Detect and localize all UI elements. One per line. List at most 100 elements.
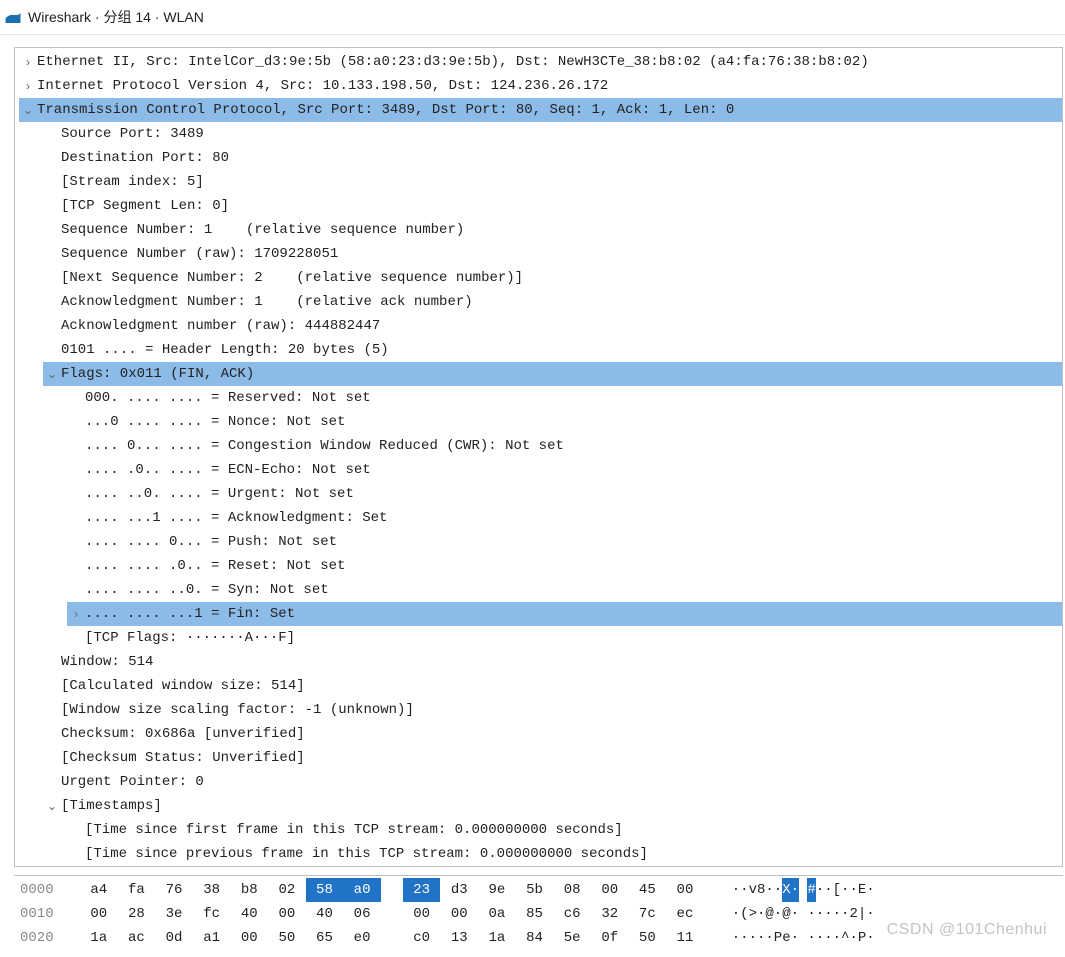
hex-ascii-char[interactable]: · <box>824 878 832 902</box>
hex-byte[interactable]: 28 <box>118 902 156 926</box>
tree-row-winscale[interactable]: [Window size scaling factor: -1 (unknown… <box>15 698 1062 722</box>
hex-byte[interactable]: 5e <box>553 926 591 950</box>
hex-byte[interactable]: 50 <box>268 926 306 950</box>
hex-ascii-char[interactable]: · <box>740 926 748 950</box>
hex-byte[interactable]: fa <box>118 878 156 902</box>
tree-chevron-down-icon[interactable]: ⌄ <box>43 362 61 386</box>
hex-ascii-char[interactable]: · <box>740 878 748 902</box>
hex-byte[interactable]: 45 <box>629 878 667 902</box>
hex-byte[interactable]: 00 <box>80 902 118 926</box>
tree-row-flg-res[interactable]: 000. .... .... = Reserved: Not set <box>15 386 1062 410</box>
tree-row-chkstat[interactable]: [Checksum Status: Unverified] <box>15 746 1062 770</box>
tree-row-streamidx[interactable]: [Stream index: 5] <box>15 170 1062 194</box>
hex-byte[interactable]: 23 <box>403 878 441 902</box>
hex-ascii-char[interactable]: · <box>816 878 824 902</box>
hex-ascii-char[interactable]: · <box>774 902 782 926</box>
tree-chevron-right-icon[interactable]: › <box>19 50 37 74</box>
hex-byte[interactable]: e0 <box>343 926 381 950</box>
hex-ascii-char[interactable]: @ <box>782 902 790 926</box>
tree-row-ts-prev[interactable]: [Time since previous frame in this TCP s… <box>15 842 1062 866</box>
tree-row-flg-rst[interactable]: .... .... .0.. = Reset: Not set <box>15 554 1062 578</box>
hex-byte[interactable]: c6 <box>553 902 591 926</box>
hex-byte[interactable]: ec <box>666 902 704 926</box>
hex-ascii-char[interactable]: · <box>841 878 849 902</box>
hex-byte[interactable]: 84 <box>516 926 554 950</box>
hex-ascii-char[interactable]: E <box>858 878 866 902</box>
hex-byte[interactable]: 02 <box>268 878 306 902</box>
hex-ascii-char[interactable]: 2 <box>849 902 857 926</box>
hex-ascii-char[interactable]: v <box>749 878 757 902</box>
hex-ascii-char[interactable]: · <box>757 902 765 926</box>
tree-row-seqnum[interactable]: Sequence Number: 1 (relative sequence nu… <box>15 218 1062 242</box>
hex-byte[interactable]: 7c <box>629 902 667 926</box>
tree-chevron-down-icon[interactable]: ⌄ <box>43 794 61 818</box>
hex-ascii-char[interactable]: · <box>791 926 799 950</box>
tree-chevron-right-icon[interactable]: › <box>19 74 37 98</box>
tree-chevron-down-icon[interactable]: ⌄ <box>19 98 37 122</box>
hex-ascii-char[interactable]: · <box>757 926 765 950</box>
hex-ascii-char[interactable]: · <box>841 902 849 926</box>
hex-byte[interactable]: a4 <box>80 878 118 902</box>
packet-bytes-panel[interactable]: 0000 a4 fa 76 38 b8 02 58 a0 23 d3 9e 5b… <box>14 875 1063 950</box>
tree-row-dstport[interactable]: Destination Port: 80 <box>15 146 1062 170</box>
hex-ascii-char[interactable]: X <box>782 878 790 902</box>
hex-byte[interactable]: 1a <box>80 926 118 950</box>
hex-ascii-char[interactable]: @ <box>765 902 773 926</box>
hex-byte[interactable]: 85 <box>516 902 554 926</box>
hex-byte[interactable]: 40 <box>306 902 344 926</box>
hex-ascii-char[interactable]: ^ <box>841 926 849 950</box>
hex-ascii-char[interactable]: · <box>807 926 815 950</box>
hex-ascii-char[interactable]: · <box>765 878 773 902</box>
tree-row-flg-ecn[interactable]: .... .0.. .... = ECN-Echo: Not set <box>15 458 1062 482</box>
hex-byte[interactable]: 65 <box>306 926 344 950</box>
hex-byte[interactable]: 00 <box>591 878 629 902</box>
hex-ascii-char[interactable]: P <box>858 926 866 950</box>
hex-ascii-char[interactable]: · <box>791 902 799 926</box>
hex-byte[interactable]: ac <box>118 926 156 950</box>
tree-row-flg-urg[interactable]: .... ..0. .... = Urgent: Not set <box>15 482 1062 506</box>
packet-details-panel[interactable]: ›Ethernet II, Src: IntelCor_d3:9e:5b (58… <box>14 47 1063 867</box>
hex-byte[interactable]: d3 <box>440 878 478 902</box>
hex-byte[interactable]: a0 <box>343 878 381 902</box>
hex-ascii-char[interactable]: · <box>849 926 857 950</box>
hex-byte[interactable]: 50 <box>629 926 667 950</box>
tree-row-flg-fin[interactable]: ›.... .... ...1 = Fin: Set <box>15 602 1062 626</box>
hex-ascii-char[interactable]: · <box>765 926 773 950</box>
hex-ascii-char[interactable]: · <box>816 926 824 950</box>
tree-row-nextseq[interactable]: [Next Sequence Number: 2 (relative seque… <box>15 266 1062 290</box>
hex-byte[interactable]: c0 <box>403 926 441 950</box>
hex-byte[interactable]: 38 <box>193 878 231 902</box>
hex-ascii-char[interactable]: · <box>749 926 757 950</box>
hex-byte[interactable]: 5b <box>516 878 554 902</box>
hex-ascii-char[interactable]: · <box>816 902 824 926</box>
hex-byte[interactable]: 00 <box>230 926 268 950</box>
tree-row-checksum[interactable]: Checksum: 0x686a [unverified] <box>15 722 1062 746</box>
hex-byte[interactable]: fc <box>193 902 231 926</box>
tree-row-srcport[interactable]: Source Port: 3489 <box>15 122 1062 146</box>
hex-ascii-char[interactable]: · <box>866 878 874 902</box>
hex-ascii-char[interactable]: # <box>807 878 815 902</box>
hex-ascii-char[interactable]: · <box>732 878 740 902</box>
tree-row-tcpflags[interactable]: [TCP Flags: ·······A···F] <box>15 626 1062 650</box>
tree-row-flags[interactable]: ⌄Flags: 0x011 (FIN, ACK) <box>15 362 1062 386</box>
hex-ascii-char[interactable]: · <box>732 926 740 950</box>
hex-ascii-char[interactable]: · <box>824 926 832 950</box>
tree-row-flg-ack[interactable]: .... ...1 .... = Acknowledgment: Set <box>15 506 1062 530</box>
hex-row[interactable]: 0010 00 28 3e fc 40 00 40 06 00 00 0a 85… <box>14 902 1063 926</box>
hex-ascii-char[interactable]: · <box>833 926 841 950</box>
hex-ascii-char[interactable]: · <box>849 878 857 902</box>
hex-byte[interactable]: 08 <box>553 878 591 902</box>
hex-ascii-char[interactable]: e <box>782 926 790 950</box>
hex-byte[interactable]: 9e <box>478 878 516 902</box>
hex-byte[interactable]: 0d <box>155 926 193 950</box>
tree-row-flg-syn[interactable]: .... .... ..0. = Syn: Not set <box>15 578 1062 602</box>
tree-row-ip[interactable]: ›Internet Protocol Version 4, Src: 10.13… <box>15 74 1062 98</box>
tree-row-flg-psh[interactable]: .... .... 0... = Push: Not set <box>15 530 1062 554</box>
hex-row[interactable]: 0020 1a ac 0d a1 00 50 65 e0 c0 13 1a 84… <box>14 926 1063 950</box>
hex-byte[interactable]: a1 <box>193 926 231 950</box>
hex-ascii-char[interactable]: ( <box>740 902 748 926</box>
hex-byte[interactable]: b8 <box>230 878 268 902</box>
hex-byte[interactable]: 0f <box>591 926 629 950</box>
tree-row-flg-nonce[interactable]: ...0 .... .... = Nonce: Not set <box>15 410 1062 434</box>
tree-row-urgptr[interactable]: Urgent Pointer: 0 <box>15 770 1062 794</box>
